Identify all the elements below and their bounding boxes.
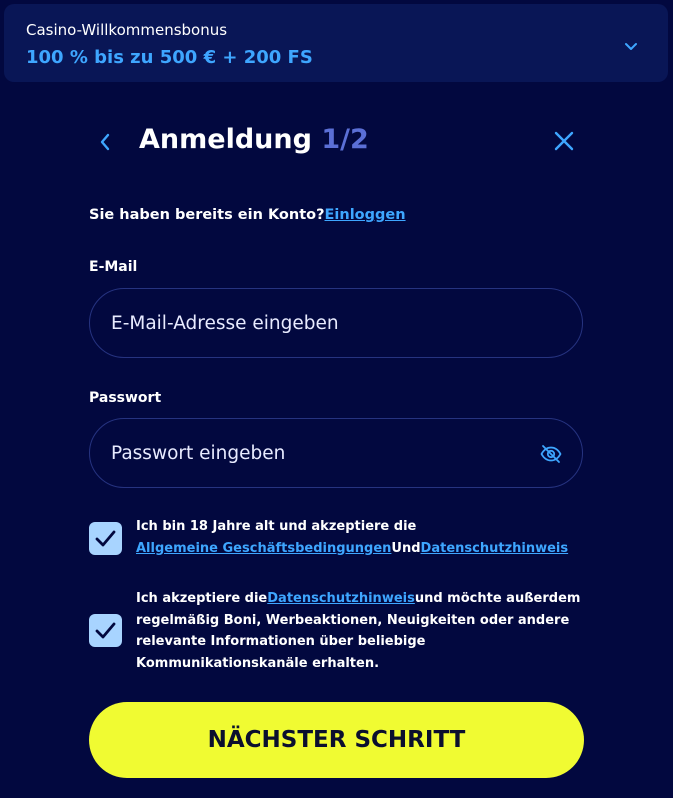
login-link[interactable]: Einloggen bbox=[325, 207, 406, 223]
close-button[interactable] bbox=[551, 128, 577, 154]
close-icon bbox=[554, 131, 574, 151]
welcome-bonus-banner[interactable]: Casino-Willkommensbonus 100 % bis zu 500… bbox=[4, 4, 668, 82]
checkmark-icon bbox=[95, 622, 116, 639]
marketing-checkbox[interactable] bbox=[89, 614, 122, 647]
registration-header: Anmeldung 1/2 bbox=[0, 120, 673, 164]
password-input[interactable] bbox=[111, 419, 531, 487]
checkmark-icon bbox=[95, 530, 116, 547]
password-field[interactable] bbox=[89, 418, 583, 488]
login-prompt-text: Sie haben bereits ein Konto? bbox=[89, 207, 325, 223]
marketing-consent-text: Ich akzeptiere dieDatenschutzhinweisund … bbox=[136, 588, 586, 674]
eye-off-icon bbox=[540, 445, 562, 463]
terms-conjunction: Und bbox=[391, 540, 421, 556]
chevron-left-icon bbox=[100, 133, 110, 151]
marketing-text-before: Ich akzeptiere die bbox=[136, 591, 268, 606]
page-title: Anmeldung 1/2 bbox=[139, 124, 369, 155]
login-prompt: Sie haben bereits ein Konto?Einloggen bbox=[89, 207, 406, 223]
terms-consent-text: Ich bin 18 Jahre alt und akzeptiere die … bbox=[136, 516, 586, 559]
password-label: Passwort bbox=[89, 390, 162, 406]
email-field[interactable] bbox=[89, 288, 583, 358]
terms-checkbox[interactable] bbox=[89, 522, 122, 555]
step-indicator: 1/2 bbox=[321, 124, 369, 155]
privacy-link[interactable]: Datenschutzhinweis bbox=[421, 541, 569, 556]
bonus-title: Casino-Willkommensbonus bbox=[26, 21, 228, 39]
page-title-text: Anmeldung bbox=[139, 124, 312, 155]
back-button[interactable] bbox=[94, 129, 118, 155]
terms-link[interactable]: Allgemeine Geschäftsbedingungen bbox=[136, 541, 391, 556]
marketing-privacy-link[interactable]: Datenschutzhinweis bbox=[267, 591, 415, 606]
email-input[interactable] bbox=[111, 289, 531, 357]
next-step-button[interactable]: NÄCHSTER SCHRITT bbox=[89, 702, 584, 778]
chevron-down-icon[interactable] bbox=[619, 34, 643, 58]
terms-text: Ich bin 18 Jahre alt und akzeptiere die bbox=[136, 519, 417, 534]
toggle-password-visibility-button[interactable] bbox=[539, 442, 563, 466]
bonus-value: 100 % bis zu 500 € + 200 FS bbox=[26, 47, 313, 68]
email-label: E-Mail bbox=[89, 259, 138, 275]
